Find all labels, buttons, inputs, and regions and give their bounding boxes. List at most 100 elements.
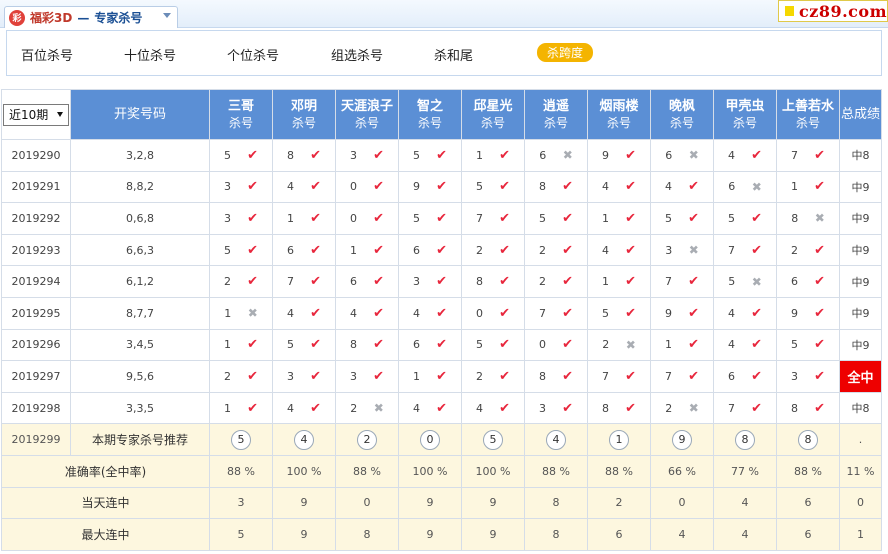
kill-cell: 7 ✔ [587, 360, 651, 393]
kill-number: 5 [224, 243, 232, 257]
check-icon: ✔ [625, 368, 636, 384]
check-icon: ✔ [436, 210, 447, 226]
kill-cell: 1 ✔ [272, 202, 336, 235]
chevron-down-icon[interactable] [163, 13, 171, 18]
expert-kill-label: 杀号 [732, 115, 757, 130]
kill-number: 9 [602, 148, 610, 162]
kill-number: 0 [350, 211, 358, 225]
kill-cell: 4 ✔ [398, 296, 462, 330]
check-icon: ✔ [751, 305, 762, 321]
tab-tens-kill[interactable]: 十位杀号 [124, 45, 176, 64]
cross-icon: ✖ [751, 179, 762, 194]
cross-icon: ✖ [625, 337, 636, 352]
issue-cell: 2019295 [1, 296, 71, 330]
recommend-cell: 9 [650, 423, 714, 456]
check-icon: ✔ [625, 400, 636, 416]
table-row: 2019296 3,4,5 1 ✔ 5 ✔ 8 ✔ 6 ✔ 5 ✔ 0 ✔ 2 ✖ 1 ✔ 4 ✔ 5 ✔ 中9 [1, 328, 882, 362]
recommend-number: 9 [672, 429, 692, 450]
issue-cell: 2019296 [1, 328, 71, 362]
kill-cell: 2 ✖ [587, 328, 651, 362]
check-icon: ✔ [814, 147, 825, 163]
kill-number: 5 [476, 180, 484, 194]
check-icon: ✔ [436, 337, 447, 353]
kill-cell: 4 ✔ [713, 328, 777, 362]
tab-sum-tail-kill[interactable]: 杀和尾 [434, 45, 473, 64]
kill-number: 2 [350, 401, 358, 415]
stats-row: 最大连中 5 9 8 9 9 8 6 4 4 6 1 [1, 518, 882, 551]
kill-cell: 1 ✔ [209, 328, 273, 362]
kill-cell: 1 ✔ [650, 328, 714, 362]
kill-cell: 9 ✔ [776, 296, 840, 330]
expert-kill-label: 杀号 [354, 115, 379, 130]
kill-cell: 4 ✔ [272, 170, 336, 204]
kill-cell: 3 ✔ [776, 360, 840, 393]
kill-cell: 5 ✔ [398, 139, 462, 172]
tab-hundreds-kill[interactable]: 百位杀号 [21, 45, 73, 64]
kill-cell: 5 ✔ [650, 202, 714, 235]
tab-units-kill[interactable]: 个位杀号 [227, 45, 279, 64]
kill-number: 9 [413, 180, 421, 194]
stats-cell: 77 % [713, 454, 777, 488]
tab-span-kill[interactable]: 杀跨度 [537, 43, 594, 62]
kill-cell: 1 ✔ [587, 265, 651, 298]
kill-number: 8 [476, 275, 484, 289]
stats-cell: 9 [398, 486, 462, 520]
kill-cell: 5 ✖ [713, 265, 777, 298]
check-icon: ✔ [751, 337, 762, 353]
expert-kill-label: 杀号 [543, 115, 568, 130]
expert-kill-label: 杀号 [795, 115, 820, 130]
kill-cell: 7 ✔ [713, 391, 777, 425]
draw-header: 开奖号码 [70, 89, 210, 140]
kill-cell: 4 ✔ [587, 233, 651, 267]
recommend-cell: 2 [335, 423, 399, 456]
kill-number: 7 [476, 211, 484, 225]
expert-header: 邱星光 杀号 [461, 89, 525, 140]
check-icon: ✔ [310, 147, 321, 163]
table-row: 2019291 8,8,2 3 ✔ 4 ✔ 0 ✔ 9 ✔ 5 ✔ 8 ✔ 4 ✔ 4 ✔ 6 ✖ 1 ✔ 中9 [1, 170, 882, 204]
kill-number: 4 [413, 306, 421, 320]
kill-number: 8 [791, 401, 799, 415]
kill-number: 2 [224, 369, 232, 383]
kill-number: 6 [791, 275, 799, 289]
expert-name: 邱星光 [473, 98, 513, 114]
expert-name: 甲壳虫 [725, 98, 765, 114]
kill-cell: 0 ✔ [461, 296, 525, 330]
check-icon: ✔ [499, 400, 510, 416]
kill-cell: 5 ✔ [272, 328, 336, 362]
kill-number: 4 [728, 306, 736, 320]
kill-number: 1 [791, 180, 799, 194]
check-icon: ✔ [688, 179, 699, 195]
recommend-number: 0 [420, 429, 440, 450]
recommend-number: 1 [609, 429, 629, 450]
kill-number: 6 [287, 243, 295, 257]
check-icon: ✔ [499, 242, 510, 258]
kill-number: 4 [728, 338, 736, 352]
expert-name: 晚枫 [668, 98, 695, 114]
kill-cell: 0 ✔ [335, 170, 399, 204]
expert-name: 天涯浪子 [340, 98, 393, 114]
tab-group-kill[interactable]: 组选杀号 [331, 45, 383, 64]
kill-cell: 7 ✔ [713, 233, 777, 267]
header-row: 近10期 开奖号码 三哥 杀号 邓明 杀号 天涯浪子 杀号 智之 杀号 邱星光 杀号 逍遥 杀号 烟雨楼… [1, 89, 882, 140]
kill-number: 4 [413, 401, 421, 415]
expert-header: 三哥 杀号 [209, 89, 273, 140]
kill-cell: 8 ✔ [461, 265, 525, 298]
lottery-selector[interactable]: 彩 福彩3D — 专家杀号 [4, 6, 178, 28]
check-icon: ✔ [373, 274, 384, 290]
kill-cell: 0 ✔ [335, 202, 399, 235]
kill-number: 2 [476, 369, 484, 383]
expert-kill-label: 杀号 [228, 115, 253, 130]
kill-number: 1 [350, 243, 358, 257]
period-select-value: 近10期 [9, 107, 49, 122]
check-icon: ✔ [814, 242, 825, 258]
kill-number: 3 [224, 180, 232, 194]
draw-cell: 6,6,3 [70, 233, 210, 267]
draw-cell: 8,8,2 [70, 170, 210, 204]
period-select[interactable]: 近10期 [3, 103, 69, 126]
expert-name: 智之 [416, 98, 443, 114]
check-icon: ✔ [499, 337, 510, 353]
brand-logo[interactable]: cz89.com [778, 0, 888, 22]
check-icon: ✔ [562, 368, 573, 384]
recommend-cell: 1 [587, 423, 651, 456]
stats-cell: 88 % [335, 454, 399, 488]
